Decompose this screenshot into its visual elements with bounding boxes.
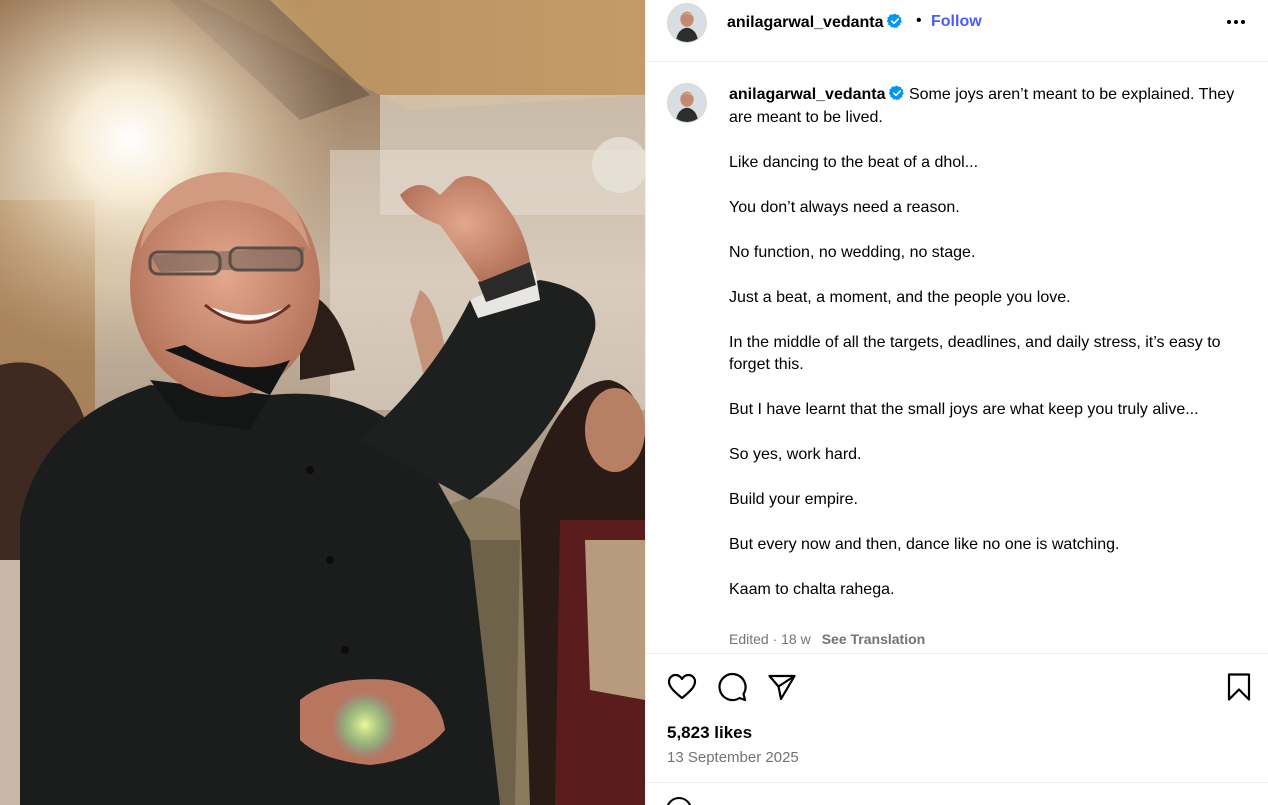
post-image (0, 0, 645, 805)
verified-badge-icon (886, 13, 902, 29)
author-username-text[interactable]: anilagarwal_vedanta (727, 14, 884, 31)
edited-timestamp: Edited · 18 w (729, 631, 811, 647)
caption-meta: Edited · 18 w See Translation (729, 631, 925, 647)
likes-count[interactable]: 5,823 likes (667, 723, 752, 743)
bookmark-icon[interactable] (1224, 672, 1254, 702)
caption-paragraph: So yes, work hard. (729, 446, 862, 463)
verified-badge-icon (888, 85, 904, 101)
caption-paragraph: Kaam to chalta rahega. (729, 581, 895, 598)
emoji-icon[interactable] (666, 797, 692, 805)
header-separator: • (916, 12, 922, 29)
heart-icon[interactable] (667, 672, 697, 702)
post-header: anilagarwal_vedanta • Follow (646, 0, 1268, 62)
caption-paragraph: Just a beat, a moment, and the people yo… (729, 288, 1071, 306)
post-side-panel: anilagarwal_vedanta • Follow anilagarwal… (645, 0, 1268, 805)
caption-paragraph: anilagarwal_vedanta Some joys aren’t mea… (729, 84, 1239, 129)
caption-username[interactable]: anilagarwal_vedanta (729, 86, 886, 103)
caption-paragraph: No function, no wedding, no stage. (729, 243, 976, 261)
caption-paragraph: But I have learnt that the small joys ar… (729, 401, 1199, 418)
caption-area: anilagarwal_vedanta Some joys aren’t mea… (646, 63, 1268, 653)
post-actions: 5,823 likes 13 September 2025 (646, 653, 1268, 783)
more-options-icon[interactable] (1221, 12, 1251, 32)
caption-author-avatar[interactable] (667, 83, 707, 123)
post-photo[interactable] (0, 0, 645, 805)
comment-icon[interactable] (717, 672, 747, 702)
author-username[interactable]: anilagarwal_vedanta (727, 13, 903, 32)
caption-paragraph: Build your empire. (729, 491, 858, 508)
follow-button[interactable]: Follow (931, 13, 982, 31)
caption-paragraph: You don’t always need a reason. (729, 198, 960, 216)
see-translation-link[interactable]: See Translation (822, 631, 925, 647)
post-date: 13 September 2025 (667, 749, 799, 766)
post-caption: anilagarwal_vedanta Some joys aren’t mea… (729, 84, 1239, 602)
caption-paragraph: But every now and then, dance like no on… (729, 536, 1120, 553)
share-icon[interactable] (767, 672, 797, 702)
caption-paragraph: In the middle of all the targets, deadli… (729, 333, 1221, 374)
caption-paragraph: Like dancing to the beat of a dhol... (729, 153, 979, 171)
author-avatar[interactable] (667, 3, 707, 43)
